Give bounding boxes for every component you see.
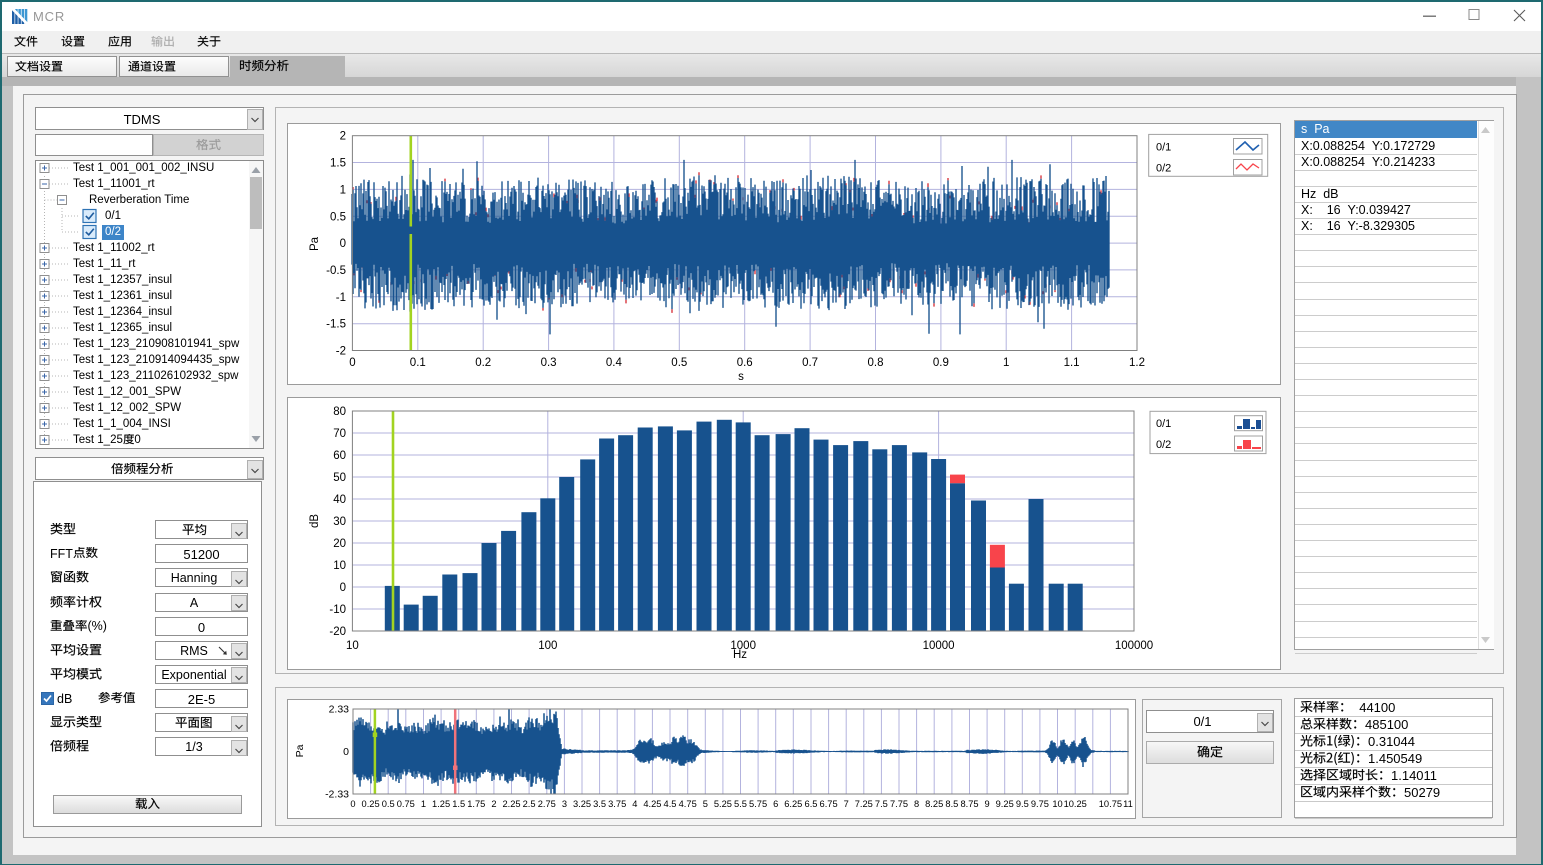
svg-text:10.75: 10.75 bbox=[1099, 799, 1122, 809]
svg-text:0: 0 bbox=[349, 357, 355, 369]
svg-text:1: 1 bbox=[340, 184, 346, 196]
svg-text:-10: -10 bbox=[329, 604, 346, 616]
svg-text:Pa: Pa bbox=[309, 236, 321, 251]
svg-text:-1: -1 bbox=[336, 292, 346, 304]
svg-text:0: 0 bbox=[350, 799, 355, 809]
svg-text:0.2: 0.2 bbox=[475, 357, 491, 369]
svg-text:1: 1 bbox=[421, 799, 426, 809]
svg-text:7.5: 7.5 bbox=[875, 799, 888, 809]
svg-text:0: 0 bbox=[340, 238, 346, 250]
svg-text:-2: -2 bbox=[336, 346, 346, 358]
svg-text:5: 5 bbox=[703, 799, 708, 809]
svg-text:5.25: 5.25 bbox=[714, 799, 732, 809]
svg-text:7.75: 7.75 bbox=[890, 799, 908, 809]
svg-text:0.1: 0.1 bbox=[410, 357, 426, 369]
svg-text:9.5: 9.5 bbox=[1016, 799, 1029, 809]
svg-text:4.5: 4.5 bbox=[664, 799, 677, 809]
svg-text:0.5: 0.5 bbox=[671, 357, 687, 369]
svg-text:0/1: 0/1 bbox=[1156, 142, 1171, 154]
svg-text:7: 7 bbox=[844, 799, 849, 809]
svg-text:0.5: 0.5 bbox=[330, 211, 346, 223]
svg-text:30: 30 bbox=[333, 516, 346, 528]
svg-text:1.25: 1.25 bbox=[432, 799, 450, 809]
svg-text:1.5: 1.5 bbox=[452, 799, 465, 809]
svg-text:dB: dB bbox=[309, 514, 321, 528]
svg-text:40: 40 bbox=[333, 494, 346, 506]
svg-text:60: 60 bbox=[333, 450, 346, 462]
svg-text:20: 20 bbox=[333, 538, 346, 550]
svg-text:8.25: 8.25 bbox=[925, 799, 943, 809]
svg-text:10: 10 bbox=[346, 640, 359, 652]
svg-text:2.75: 2.75 bbox=[538, 799, 556, 809]
svg-text:s: s bbox=[738, 371, 744, 383]
svg-text:2: 2 bbox=[340, 131, 346, 143]
svg-text:8.75: 8.75 bbox=[960, 799, 978, 809]
svg-text:0.7: 0.7 bbox=[802, 357, 818, 369]
svg-text:8.5: 8.5 bbox=[945, 799, 958, 809]
svg-text:5.75: 5.75 bbox=[749, 799, 767, 809]
svg-text:0.8: 0.8 bbox=[868, 357, 884, 369]
svg-text:100: 100 bbox=[538, 640, 557, 652]
svg-text:6.25: 6.25 bbox=[784, 799, 802, 809]
svg-text:100000: 100000 bbox=[1115, 640, 1153, 652]
svg-text:3: 3 bbox=[562, 799, 567, 809]
svg-text:70: 70 bbox=[333, 428, 346, 440]
svg-text:0: 0 bbox=[343, 746, 349, 758]
svg-text:9: 9 bbox=[985, 799, 990, 809]
svg-text:1.75: 1.75 bbox=[467, 799, 485, 809]
svg-text:6: 6 bbox=[773, 799, 778, 809]
svg-text:11: 11 bbox=[1123, 799, 1133, 809]
svg-text:3.25: 3.25 bbox=[573, 799, 591, 809]
svg-text:-2.33: -2.33 bbox=[325, 789, 349, 801]
svg-text:3.75: 3.75 bbox=[608, 799, 626, 809]
svg-text:9.75: 9.75 bbox=[1031, 799, 1049, 809]
svg-text:0.3: 0.3 bbox=[541, 357, 557, 369]
svg-text:4: 4 bbox=[632, 799, 637, 809]
svg-text:-1.5: -1.5 bbox=[326, 319, 346, 331]
svg-text:1.5: 1.5 bbox=[330, 158, 346, 170]
svg-text:Pa: Pa bbox=[294, 744, 306, 757]
svg-text:10000: 10000 bbox=[923, 640, 955, 652]
svg-text:1.1: 1.1 bbox=[1064, 357, 1080, 369]
svg-text:0/2: 0/2 bbox=[1156, 439, 1171, 451]
svg-text:80: 80 bbox=[333, 406, 346, 418]
svg-text:2.25: 2.25 bbox=[502, 799, 520, 809]
svg-text:10: 10 bbox=[1052, 799, 1062, 809]
svg-text:4.25: 4.25 bbox=[643, 799, 661, 809]
svg-text:6.5: 6.5 bbox=[805, 799, 818, 809]
svg-text:-0.5: -0.5 bbox=[326, 265, 346, 277]
svg-text:0/2: 0/2 bbox=[1156, 163, 1171, 175]
svg-text:1.2: 1.2 bbox=[1129, 357, 1145, 369]
svg-text:0.5: 0.5 bbox=[382, 799, 395, 809]
svg-text:Hz: Hz bbox=[733, 649, 747, 661]
svg-text:0.25: 0.25 bbox=[362, 799, 380, 809]
svg-text:4.75: 4.75 bbox=[679, 799, 697, 809]
svg-text:5.5: 5.5 bbox=[734, 799, 747, 809]
svg-text:2.5: 2.5 bbox=[523, 799, 536, 809]
svg-text:7.25: 7.25 bbox=[855, 799, 873, 809]
svg-text:1: 1 bbox=[1003, 357, 1009, 369]
svg-text:50: 50 bbox=[333, 472, 346, 484]
svg-text:10: 10 bbox=[333, 560, 346, 572]
svg-text:0: 0 bbox=[340, 582, 346, 594]
svg-text:0.4: 0.4 bbox=[606, 357, 623, 369]
svg-text:0.75: 0.75 bbox=[397, 799, 415, 809]
svg-text:9.25: 9.25 bbox=[996, 799, 1014, 809]
svg-text:2.33: 2.33 bbox=[329, 704, 350, 716]
svg-text:-20: -20 bbox=[329, 626, 346, 638]
svg-text:0.9: 0.9 bbox=[933, 357, 949, 369]
svg-text:8: 8 bbox=[914, 799, 919, 809]
svg-text:6.75: 6.75 bbox=[820, 799, 838, 809]
svg-text:2: 2 bbox=[491, 799, 496, 809]
svg-text:3.5: 3.5 bbox=[593, 799, 606, 809]
svg-text:10.25: 10.25 bbox=[1064, 799, 1087, 809]
svg-text:0.6: 0.6 bbox=[737, 357, 753, 369]
svg-text:0/1: 0/1 bbox=[1156, 418, 1171, 430]
